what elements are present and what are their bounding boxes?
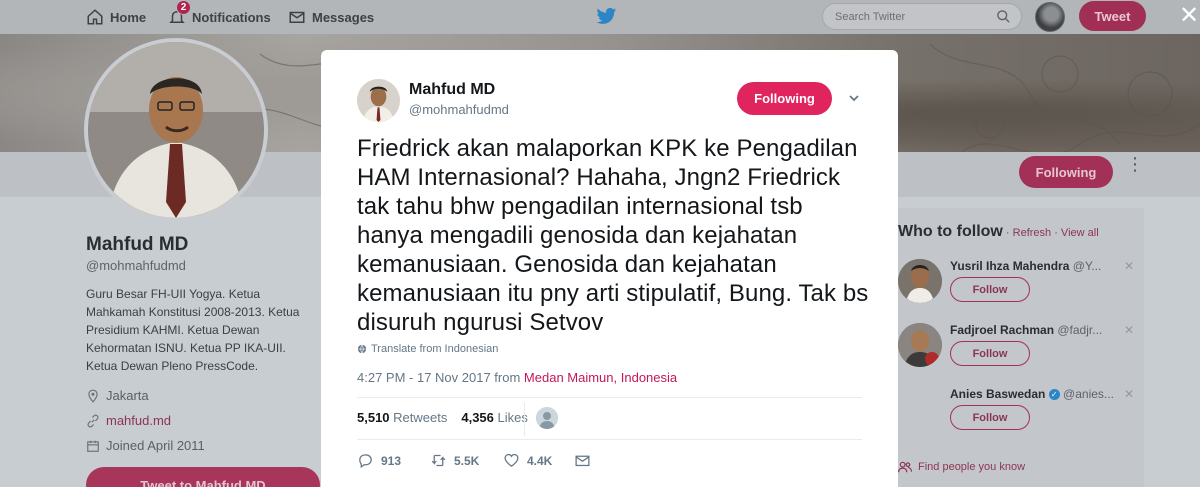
divider — [357, 439, 862, 440]
notifications-badge: 2 — [176, 0, 191, 15]
search-box[interactable] — [822, 3, 1022, 30]
retweet-action[interactable]: 5.5K — [430, 452, 479, 469]
verified-badge-icon: ✓ — [1048, 389, 1060, 401]
reply-action[interactable]: 913 — [357, 452, 401, 469]
tweet-modal: Mahfud MD @mohmahfudmd Following Friedri… — [321, 50, 898, 487]
search-input[interactable] — [835, 10, 996, 23]
nav-messages[interactable]: Messages — [288, 0, 374, 34]
envelope-icon — [289, 11, 305, 23]
profile-avatar — [84, 38, 268, 222]
suggested-user-avatar[interactable] — [898, 259, 942, 303]
like-count: 4.4K — [527, 453, 553, 468]
retweet-count: 5.5K — [454, 453, 480, 468]
heart-icon — [504, 453, 519, 467]
retweets-stat[interactable]: 5,510 Retweets — [357, 410, 447, 425]
liker-avatar[interactable] — [536, 407, 558, 429]
profile-bio: Guru Besar FH-UII Yogya. Ketua Mahkamah … — [86, 287, 300, 373]
suggested-user-avatar[interactable] — [898, 323, 942, 367]
location-pin-icon — [88, 389, 98, 403]
profile-joined: Joined April 2011 — [86, 438, 205, 453]
tweet-text: Friedrick akan malaporkan KPK ke Pengadi… — [357, 135, 869, 336]
author-avatar[interactable] — [357, 79, 400, 122]
tweet-stats: 5,510 Retweets 4,356 Likes — [357, 410, 528, 425]
compose-tweet-button[interactable]: Tweet — [1079, 1, 1146, 31]
follow-button[interactable]: Follow — [950, 277, 1030, 302]
calendar-icon — [87, 440, 99, 452]
timestamp-text[interactable]: 4:27 PM - 17 Nov 2017 from — [357, 370, 524, 385]
suggested-user: Fadjroel Rachman @fadjr... Follow ✕ — [898, 323, 1138, 383]
who-to-follow-heading: Who to follow — [898, 223, 1003, 240]
translate-link[interactable]: Translate from Indonesian — [357, 343, 498, 355]
suggested-user-avatar[interactable] — [898, 387, 942, 431]
dismiss-icon[interactable]: ✕ — [1124, 323, 1134, 337]
nav-home-label: Home — [110, 9, 147, 25]
nav-messages-label: Messages — [312, 9, 375, 25]
suggested-user: Yusril Ihza Mahendra @Y... Follow ✕ — [898, 259, 1138, 319]
like-action[interactable]: 4.4K — [503, 452, 552, 469]
who-to-follow-panel: Who to follow · Refresh · View all Yusri… — [888, 208, 1144, 487]
translate-label[interactable]: Translate from Indonesian — [371, 343, 498, 355]
more-options-icon[interactable]: ⋮ — [1126, 155, 1144, 173]
author-handle[interactable]: @mohmahfudmd — [409, 102, 509, 117]
profile-name: Mahfud MD — [86, 234, 189, 255]
suggested-user-name[interactable]: Yusril Ihza Mahendra @Y... — [950, 259, 1101, 273]
dismiss-icon[interactable]: ✕ — [1124, 259, 1134, 273]
envelope-icon — [575, 455, 590, 467]
close-icon[interactable]: ✕ — [1179, 4, 1199, 28]
globe-icon — [357, 344, 367, 354]
who-to-follow-title: Who to follow · Refresh · View all — [898, 223, 1099, 241]
nav-notifications-label: Notifications — [192, 9, 271, 25]
suggested-user-name[interactable]: Anies Baswedan ✓ @anies... — [950, 387, 1114, 401]
find-people-link[interactable]: Find people you know — [898, 461, 1025, 473]
account-avatar[interactable] — [1035, 2, 1065, 32]
profile-location: Jakarta — [86, 388, 149, 403]
author-name[interactable]: Mahfud MD — [409, 81, 495, 99]
reply-count: 913 — [381, 453, 402, 468]
profile-website-link[interactable]: mahfud.md — [106, 413, 171, 428]
follow-button[interactable]: Follow — [950, 405, 1030, 430]
who-to-follow-links[interactable]: · Refresh · View all — [1003, 227, 1099, 239]
profile-following-button[interactable]: Following — [1019, 156, 1113, 188]
profile-photo — [88, 42, 264, 218]
suggested-user-name[interactable]: Fadjroel Rachman @fadjr... — [950, 323, 1102, 337]
tweet-timestamp: 4:27 PM - 17 Nov 2017 from Medan Maimun,… — [357, 370, 677, 385]
profile-joined-text: Joined April 2011 — [106, 438, 205, 453]
nav-home[interactable]: Home — [86, 0, 146, 34]
profile-handle: @mohmahfudmd — [86, 258, 186, 273]
profile-location-text: Jakarta — [106, 388, 149, 403]
tweet-location-link[interactable]: Medan Maimun, Indonesia — [524, 370, 677, 385]
twitter-bird-icon[interactable] — [597, 7, 617, 25]
top-navigation: Home 2 Notifications Messages Tweet ✕ — [0, 0, 1200, 34]
nav-notifications[interactable]: 2 Notifications — [168, 0, 271, 34]
direct-message-action[interactable] — [574, 452, 591, 469]
people-icon — [898, 461, 912, 473]
tweet-to-user-button[interactable]: Tweet to Mahfud MD — [86, 467, 320, 487]
likes-stat[interactable]: 4,356 Likes — [461, 410, 528, 425]
search-icon[interactable] — [996, 9, 1011, 24]
dismiss-icon[interactable]: ✕ — [1124, 387, 1134, 401]
suggested-user: Anies Baswedan ✓ @anies... Follow ✕ — [898, 387, 1138, 447]
following-button[interactable]: Following — [737, 82, 832, 115]
stats-divider — [524, 402, 525, 436]
retweet-icon — [431, 454, 446, 467]
divider — [357, 397, 862, 398]
profile-website[interactable]: mahfud.md — [86, 413, 171, 428]
reply-icon — [359, 454, 372, 469]
chevron-down-icon[interactable] — [848, 92, 860, 104]
link-icon — [87, 414, 99, 427]
home-icon — [87, 9, 103, 25]
follow-button[interactable]: Follow — [950, 341, 1030, 366]
